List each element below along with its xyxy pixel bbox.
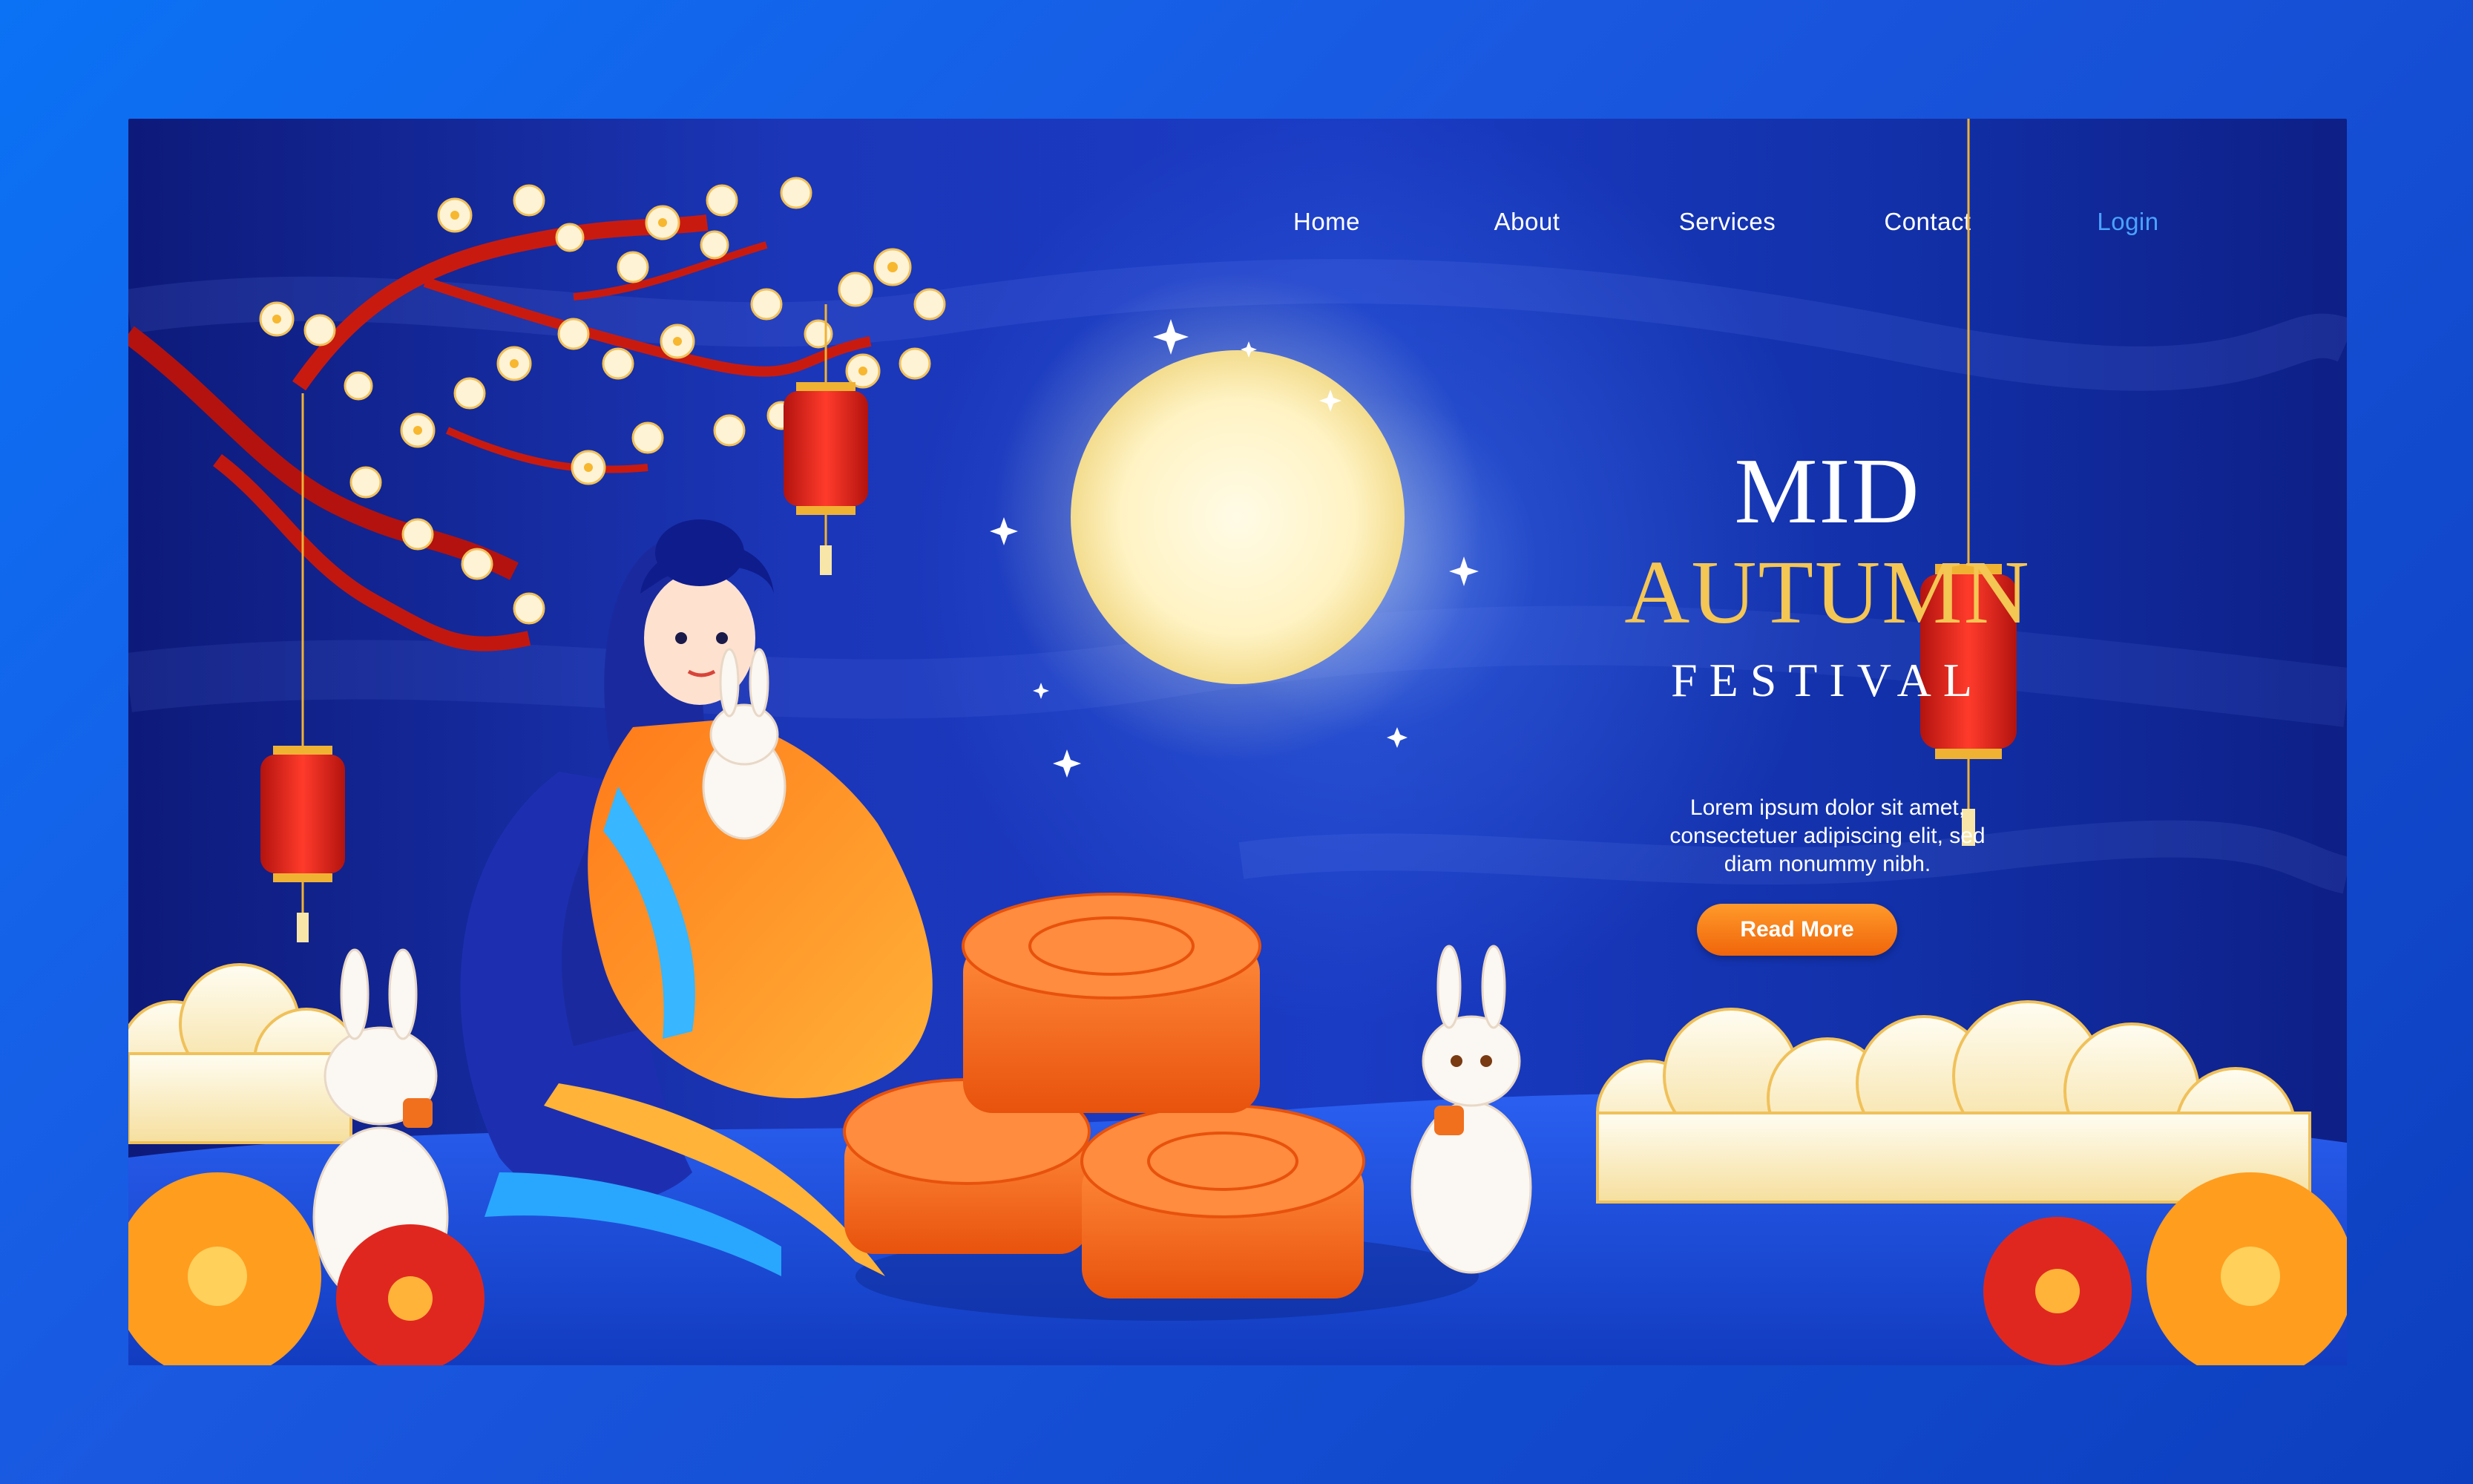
festival-illustration bbox=[128, 119, 2347, 1365]
lantern-icon bbox=[260, 393, 345, 942]
description-line: Lorem ipsum dolor sit amet, bbox=[1689, 795, 1965, 820]
hero-title: MID AUTUMN FESTIVAL bbox=[1560, 445, 2095, 708]
cloud-icon bbox=[128, 963, 360, 1144]
read-more-button[interactable]: Read More bbox=[1697, 904, 1897, 956]
title-festival: FESTIVAL bbox=[1671, 654, 1984, 706]
landing-page-frame: Home About Services Contact Login MID AU… bbox=[128, 119, 2347, 1365]
title-autumn: AUTUMN bbox=[1624, 542, 2031, 643]
title-mid: MID bbox=[1734, 440, 1921, 543]
blossom-branch-icon bbox=[128, 214, 872, 651]
description-line: consectetuer adipiscing elit, sed bbox=[1669, 824, 1986, 848]
hero-description: Lorem ipsum dolor sit amet, consectetuer… bbox=[1575, 794, 2080, 879]
full-moon-icon bbox=[993, 272, 1482, 762]
cloud-icon bbox=[1596, 1000, 2311, 1204]
description-line: diam nonummy nibh. bbox=[1724, 852, 1931, 876]
